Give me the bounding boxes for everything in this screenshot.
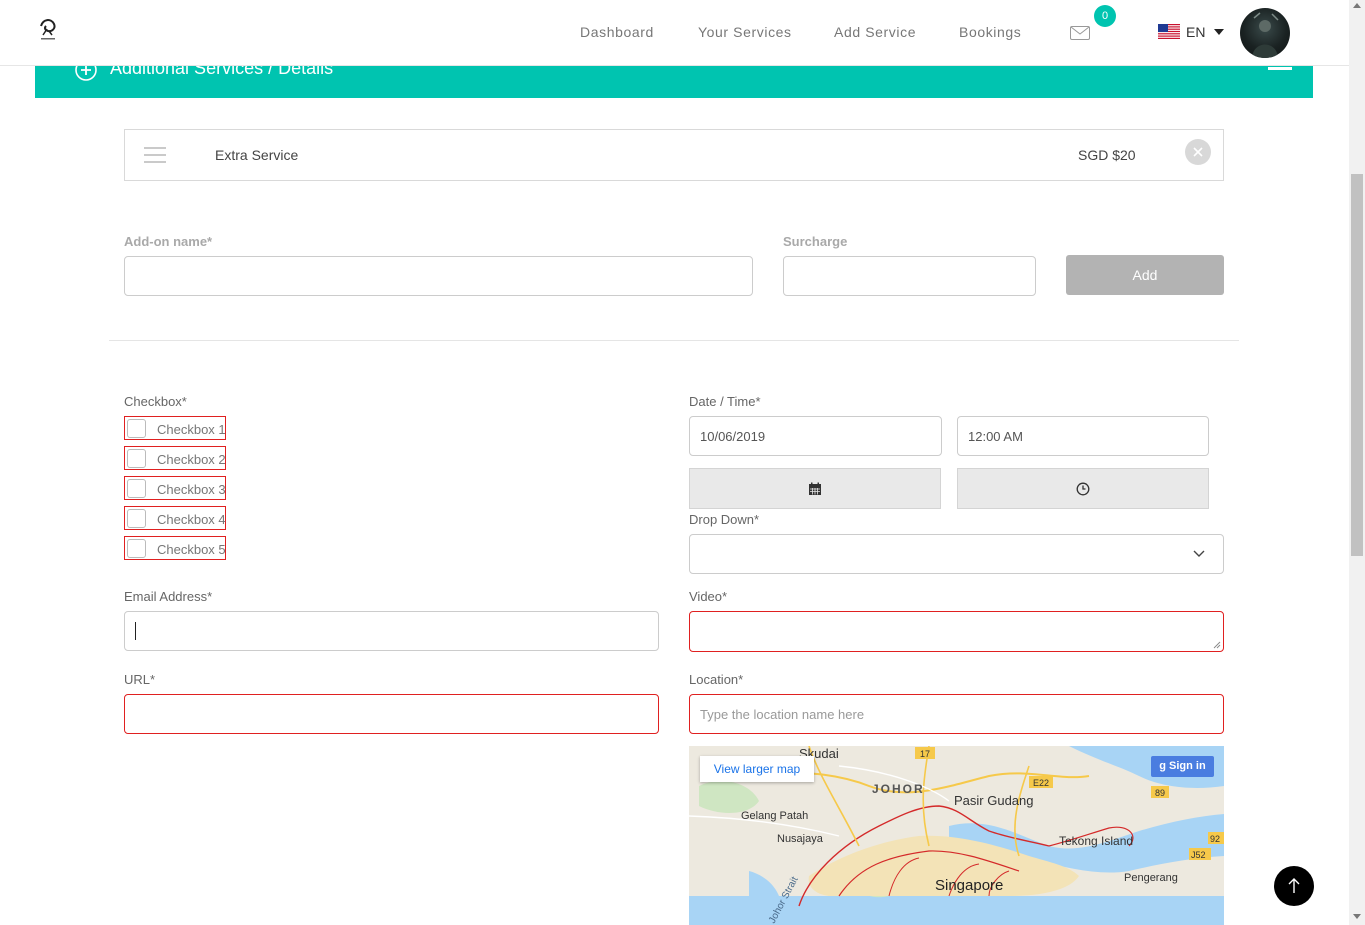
clock-icon <box>1076 482 1090 496</box>
map-sign-in-label: Sign in <box>1169 760 1206 772</box>
scrollbar-thumb[interactable] <box>1351 174 1363 556</box>
location-placeholder: Type the location name here <box>700 707 865 722</box>
checkbox-3[interactable]: Checkbox 3 <box>124 476 226 500</box>
arrow-up-icon <box>1288 878 1300 893</box>
map-label-singapore: Singapore <box>935 877 1003 894</box>
scroll-down-arrow-icon[interactable] <box>1353 914 1361 919</box>
checkbox-1-label: Checkbox 1 <box>157 422 226 437</box>
checkbox-2-label: Checkbox 2 <box>157 452 226 467</box>
map-sign-in-button[interactable]: g Sign in <box>1151 756 1214 777</box>
messages-count-badge: 0 <box>1094 5 1116 27</box>
checkbox-5-label: Checkbox 5 <box>157 542 226 557</box>
avatar[interactable] <box>1240 8 1290 58</box>
checkbox-square[interactable] <box>127 419 146 438</box>
email-label: Email Address* <box>124 589 213 604</box>
road-shield-17: 17 <box>920 749 930 759</box>
checkbox-square[interactable] <box>127 539 146 558</box>
checkbox-5[interactable]: Checkbox 5 <box>124 536 226 560</box>
scroll-up-arrow-icon[interactable] <box>1353 3 1361 8</box>
checkbox-square[interactable] <box>127 449 146 468</box>
surcharge-input[interactable] <box>783 256 1036 296</box>
date-input[interactable]: 10/06/2019 <box>689 416 942 456</box>
road-shield-j52: J52 <box>1191 850 1206 860</box>
checkbox-4[interactable]: Checkbox 4 <box>124 506 226 530</box>
map-label-tekong-island: Tekong Island <box>1059 834 1133 848</box>
calendar-button[interactable] <box>689 468 941 509</box>
drag-handle-icon[interactable] <box>144 147 166 163</box>
map-label-pengerang: Pengerang <box>1124 872 1178 884</box>
mail-icon[interactable] <box>1070 26 1090 40</box>
checkbox-square[interactable] <box>127 479 146 498</box>
time-input[interactable]: 12:00 AM <box>957 416 1209 456</box>
caret-down-icon[interactable] <box>1214 29 1224 35</box>
checkbox-4-label: Checkbox 4 <box>157 512 226 527</box>
us-flag-icon[interactable] <box>1158 24 1180 39</box>
time-picker-button[interactable] <box>957 468 1209 509</box>
map-label-pasir-gudang: Pasir Gudang <box>954 793 1034 808</box>
video-textarea[interactable] <box>689 611 1224 652</box>
addon-name-input[interactable] <box>124 256 753 296</box>
add-button[interactable]: Add <box>1066 255 1224 295</box>
checkbox-square[interactable] <box>127 509 146 528</box>
checkbox-label: Checkbox* <box>124 394 187 409</box>
chevron-down-icon <box>1193 550 1205 557</box>
top-header: Dashboard Your Services Add Service Book… <box>0 0 1349 66</box>
road-shield-89: 89 <box>1155 788 1165 798</box>
email-field[interactable] <box>124 611 659 651</box>
map-label-johor: JOHOR <box>872 782 925 796</box>
location-label: Location* <box>689 672 744 687</box>
dropdown-label: Drop Down* <box>689 512 760 527</box>
datetime-label: Date / Time* <box>689 394 761 409</box>
surcharge-label: Surcharge <box>783 234 848 249</box>
logo[interactable] <box>37 16 59 42</box>
video-label: Video* <box>689 589 728 604</box>
divider <box>109 340 1239 341</box>
url-label: URL* <box>124 672 156 687</box>
nav-bookings[interactable]: Bookings <box>959 24 1021 40</box>
checkbox-1[interactable]: Checkbox 1 <box>124 416 226 440</box>
text-cursor <box>135 622 136 640</box>
checkbox-3-label: Checkbox 3 <box>157 482 226 497</box>
time-value: 12:00 AM <box>968 429 1023 444</box>
google-g-icon: g <box>1159 760 1167 772</box>
scroll-to-top-button[interactable] <box>1274 866 1314 906</box>
location-input[interactable]: Type the location name here <box>689 694 1224 734</box>
checkbox-2[interactable]: Checkbox 2 <box>124 446 226 470</box>
language-selector[interactable]: EN <box>1186 24 1205 40</box>
road-shield-e22: E22 <box>1033 778 1049 788</box>
extra-service-price: SGD $20 <box>1078 147 1136 163</box>
dropdown-select[interactable] <box>689 534 1224 574</box>
extra-service-name: Extra Service <box>215 147 299 163</box>
date-value: 10/06/2019 <box>700 429 766 444</box>
calendar-icon <box>809 482 821 495</box>
nav-dashboard[interactable]: Dashboard <box>580 24 654 40</box>
nav-your-services[interactable]: Your Services <box>698 24 792 40</box>
nav-add-service[interactable]: Add Service <box>834 24 916 40</box>
map-label-nusajaya: Nusajaya <box>777 833 824 845</box>
collapse-icon[interactable] <box>1268 67 1292 70</box>
map-label-gelang-patah: Gelang Patah <box>741 810 808 822</box>
resize-handle-icon[interactable] <box>1213 641 1221 649</box>
road-shield-92: 92 <box>1210 834 1220 844</box>
remove-service-button[interactable] <box>1185 139 1211 165</box>
url-field[interactable] <box>124 694 659 734</box>
close-icon <box>1193 147 1203 157</box>
view-larger-map-link[interactable]: View larger map <box>700 756 814 782</box>
addon-name-label: Add-on name* <box>124 234 213 249</box>
